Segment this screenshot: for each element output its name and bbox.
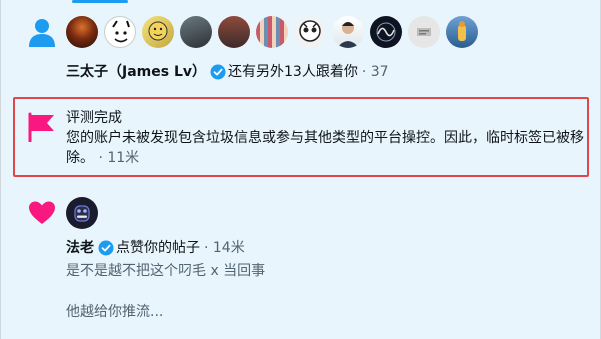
timestamp: · 14米 <box>204 240 245 256</box>
avatar[interactable] <box>446 16 478 48</box>
avatar[interactable] <box>218 16 250 48</box>
follower-avatars <box>66 16 478 50</box>
person-icon <box>29 19 55 47</box>
avatar[interactable] <box>294 16 326 48</box>
review-message: 您的账户未被发现包含垃圾信息或参与其他类型的平台操控。因此，临时标签已被移除。 <box>66 130 584 166</box>
timestamp: · 37 <box>361 64 389 80</box>
avatar[interactable] <box>256 16 288 48</box>
left-border <box>0 0 1 339</box>
liker-name[interactable]: 法老 <box>66 238 94 258</box>
review-body: 您的账户未被发现包含垃圾信息或参与其他类型的平台操控。因此，临时标签已被移除。 … <box>66 128 586 168</box>
avatar[interactable] <box>180 16 212 48</box>
heart-icon <box>29 201 55 224</box>
scroll-indicator <box>72 0 128 3</box>
flag-icon <box>28 112 54 142</box>
review-title: 评测完成 <box>66 110 122 126</box>
follower-name[interactable]: 三太子（James Lv） <box>66 62 206 82</box>
liked-post-line-2[interactable]: 他越给你推流... <box>66 302 163 322</box>
liked-post-line-1[interactable]: 是不是越不把这个叼毛 x 当回事 <box>66 261 265 281</box>
verified-badge-icon <box>98 240 114 256</box>
avatar[interactable] <box>142 16 174 48</box>
verified-badge-icon <box>210 64 226 80</box>
avatar[interactable] <box>408 16 440 48</box>
follow-action-text: 还有另外13人跟着你 <box>228 64 358 80</box>
like-action-text: 点赞你的帖子 <box>116 240 200 256</box>
avatar[interactable] <box>370 16 402 48</box>
like-summary: 法老 点赞你的帖子 · 14米 <box>66 238 245 258</box>
avatar[interactable] <box>104 16 136 48</box>
timestamp: · 11米 <box>98 150 140 166</box>
avatar[interactable] <box>66 197 98 229</box>
avatar[interactable] <box>332 16 364 48</box>
avatar[interactable] <box>66 16 98 48</box>
follow-summary: 三太子（James Lv） 还有另外13人跟着你 · 37 <box>66 62 389 82</box>
